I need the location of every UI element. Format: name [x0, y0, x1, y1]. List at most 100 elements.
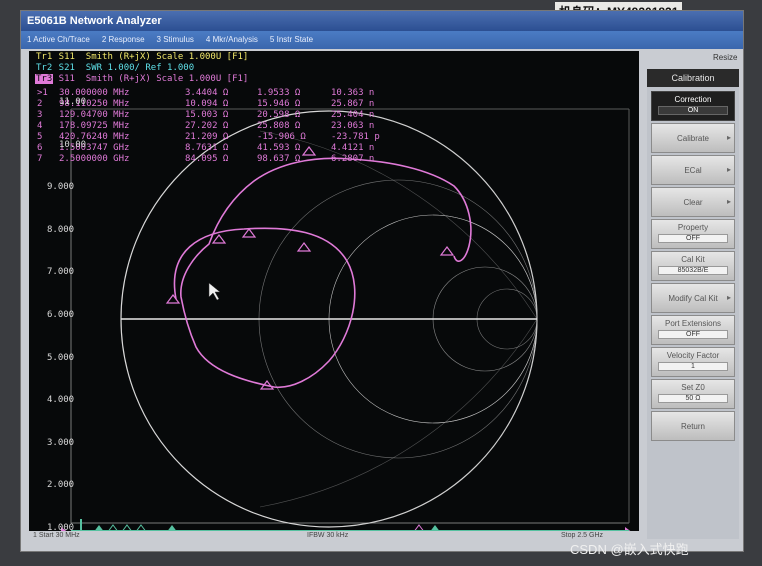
y-tick-label: 3.000	[47, 437, 75, 448]
property-button[interactable]: Property OFF	[651, 219, 735, 249]
port-extensions-label: Port Extensions	[664, 319, 722, 328]
y-tick-label: 11.00	[59, 97, 87, 107]
trace-2-text: S21 SWR 1.000/ Ref 1.000	[53, 63, 195, 73]
marker-l: -23.781 p	[331, 132, 380, 142]
clear-button[interactable]: Clear ▸	[651, 187, 735, 217]
marker-id: 2	[37, 99, 43, 109]
marker-x: 1.9533 Ω	[257, 88, 301, 98]
port-extensions-value: OFF	[658, 330, 728, 339]
trace-2-label[interactable]: Tr2 S21 SWR 1.000/ Ref 1.000	[35, 63, 194, 74]
marker-r: 3.4404 Ω	[185, 88, 229, 98]
marker-2-glyph	[211, 234, 227, 244]
marker-freq: 129.04700 MHz	[59, 110, 130, 120]
set-z0-button[interactable]: Set Z0 50 Ω	[651, 379, 735, 409]
calibrate-button[interactable]: Calibrate ▸	[651, 123, 735, 153]
marker-r: 8.7631 Ω	[185, 143, 229, 153]
menu-mkr-analysis[interactable]: 4 Mkr/Analysis	[206, 31, 258, 49]
trace-3-tag: Tr3	[35, 74, 54, 84]
marker-id: >1	[37, 88, 48, 98]
chevron-right-icon: ▸	[726, 197, 731, 206]
status-ifbw: IFBW 30 kHz	[307, 532, 349, 539]
analyzer-window: E5061B Network Analyzer 1 Active Ch/Trac…	[20, 10, 744, 552]
marker-id: 7	[37, 154, 43, 164]
resize-button[interactable]: Resize	[713, 53, 737, 62]
velocity-factor-value: 1	[658, 362, 728, 371]
panel-title: Calibration	[647, 69, 739, 87]
trace-3-text: S11 Smith (R+jX) Scale 1.000U [F1]	[53, 74, 249, 84]
menu-stimulus[interactable]: 3 Stimulus	[157, 31, 194, 49]
velocity-factor-button[interactable]: Velocity Factor 1	[651, 347, 735, 377]
set-z0-label: Set Z0	[681, 383, 705, 392]
marker-r: 27.202 Ω	[185, 121, 229, 131]
marker-6-glyph	[301, 146, 317, 156]
correction-label: Correction	[674, 95, 712, 104]
cal-kit-value: 85032B/E	[658, 266, 728, 275]
marker-l: 25.867 n	[331, 99, 375, 109]
smith-x-arc-6	[259, 318, 538, 508]
return-button[interactable]: Return	[651, 411, 735, 441]
marker-r: 15.003 Ω	[185, 110, 229, 120]
status-bar: 1 Start 30 MHz IFBW 30 kHz Stop 2.5 GHz	[29, 531, 639, 543]
marker-l: 4.4121 n	[331, 143, 375, 153]
calibrate-label: Calibrate	[676, 134, 709, 143]
y-tick-label: 8.000	[47, 224, 75, 235]
marker-l: 23.063 n	[331, 121, 375, 131]
trace-markers	[165, 146, 455, 390]
s11-trace-path	[173, 157, 472, 389]
modify-cal-kit-label: Modify Cal Kit	[668, 294, 718, 303]
marker-r: 21.209 Ω	[185, 132, 229, 142]
menu-instr-state[interactable]: 5 Instr State	[270, 31, 313, 49]
velocity-factor-label: Velocity Factor	[666, 351, 720, 360]
marker-freq: 2.5000000 GHz	[59, 154, 130, 164]
set-z0-value: 50 Ω	[658, 394, 728, 403]
marker-l: 25.404 n	[331, 110, 375, 120]
y-tick-label: 5.000	[47, 352, 75, 363]
y-tick-label: 10.00	[59, 139, 87, 150]
marker-3-glyph	[241, 228, 257, 238]
marker-x: 41.593 Ω	[257, 143, 301, 153]
marker-id: 4	[37, 121, 43, 131]
window-title: E5061B Network Analyzer	[21, 11, 743, 31]
status-stop: Stop 2.5 GHz	[561, 532, 604, 539]
y-tick-label: 6.000	[47, 310, 75, 320]
clear-label: Clear	[683, 198, 703, 207]
measurement-screen: Tr1 S11 Smith (R+jX) Scale 1.000U [F1] T…	[29, 51, 639, 533]
menu-response[interactable]: 2 Response	[102, 31, 145, 49]
menu-active-ch-trace[interactable]: 1 Active Ch/Trace	[27, 31, 90, 49]
y-tick-label: 2.000	[47, 480, 75, 491]
ecal-label: ECal	[684, 166, 702, 175]
trace-3-label[interactable]: Tr3 S11 Smith (R+jX) Scale 1.000U [F1]	[35, 74, 248, 85]
marker-x: 98.637 Ω	[257, 154, 301, 164]
watermark: CSDN @嵌入式快跑	[570, 542, 689, 557]
marker-r: 84.095 Ω	[185, 154, 229, 164]
return-label: Return	[680, 422, 705, 431]
marker-x: 15.946 Ω	[257, 99, 301, 109]
ecal-button[interactable]: ECal ▸	[651, 155, 735, 185]
mouse-cursor-icon	[208, 282, 221, 301]
marker-l: 6.2807 n	[331, 154, 375, 164]
cal-kit-button[interactable]: Cal Kit 85032B/E	[651, 251, 735, 281]
marker-x: 25.808 Ω	[257, 121, 301, 131]
trace-1-label[interactable]: Tr1 S11 Smith (R+jX) Scale 1.000U [F1]	[35, 52, 248, 63]
y-tick-label: 7.000	[47, 267, 75, 278]
modify-cal-kit-button[interactable]: Modify Cal Kit ▸	[651, 283, 735, 313]
port-extensions-button[interactable]: Port Extensions OFF	[651, 315, 735, 345]
menu-bar: 1 Active Ch/Trace 2 Response 3 Stimulus …	[21, 31, 743, 49]
marker-r: 10.094 Ω	[185, 99, 229, 109]
marker-x: -15.906 Ω	[257, 132, 306, 142]
chevron-right-icon: ▸	[726, 165, 731, 174]
chevron-right-icon: ▸	[726, 293, 731, 302]
correction-value: ON	[658, 106, 728, 115]
y-tick-label: 4.000	[47, 395, 75, 406]
marker-x: 20.598 Ω	[257, 110, 301, 120]
marker-id: 6	[37, 143, 43, 153]
correction-button[interactable]: Correction ON	[651, 91, 735, 121]
trace-1-tag: Tr1	[36, 52, 53, 62]
smith-x-arc-5	[259, 130, 538, 320]
trace-2-tag: Tr2	[36, 63, 53, 73]
chevron-right-icon: ▸	[726, 133, 731, 142]
y-tick-label: 9.000	[47, 182, 75, 193]
marker-4-glyph	[296, 242, 312, 252]
marker-l: 10.363 n	[331, 88, 375, 98]
marker-7-glyph	[439, 246, 455, 256]
